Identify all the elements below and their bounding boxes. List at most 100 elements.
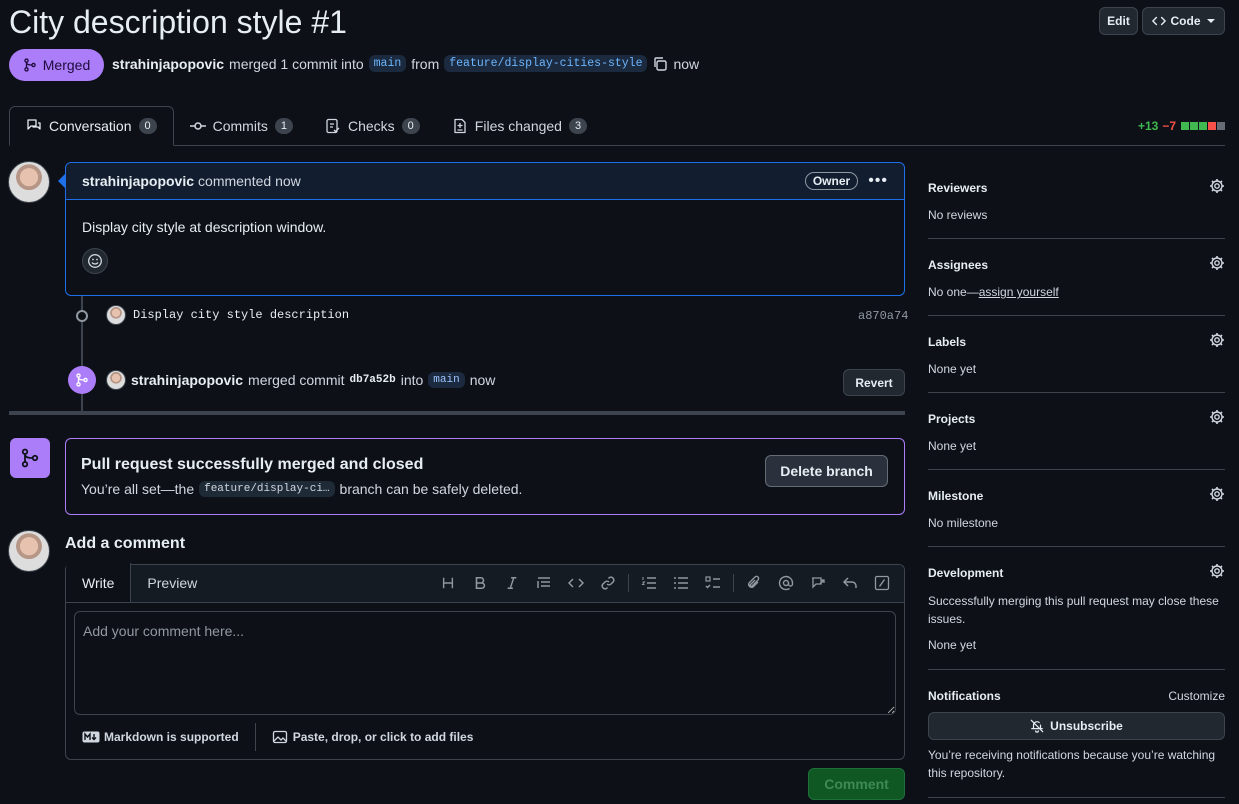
sidebar-heading[interactable]: Milestone xyxy=(928,489,1225,503)
edit-button[interactable]: Edit xyxy=(1099,7,1138,35)
comment-header: strahinjapopovic commented now Owner ••• xyxy=(66,163,904,200)
merged-status-icon xyxy=(10,438,50,478)
kebab-menu-icon[interactable]: ••• xyxy=(868,172,888,190)
avatar[interactable] xyxy=(8,530,50,572)
sidebar-assignees: Assignees No one—assign yourself xyxy=(928,255,1225,299)
unordered-list-icon[interactable] xyxy=(665,567,697,599)
comment-text: Display city style at description window… xyxy=(82,219,327,235)
deletions-count: −7 xyxy=(1162,119,1177,133)
bold-icon[interactable] xyxy=(464,567,496,599)
tab-count: 3 xyxy=(568,118,588,134)
quote-icon[interactable] xyxy=(528,567,560,599)
head-branch[interactable]: feature/display-cities-style xyxy=(444,55,648,72)
gear-icon[interactable] xyxy=(1209,409,1225,425)
sidebar-divider xyxy=(928,546,1225,547)
tab-label: Files changed xyxy=(474,118,562,134)
pr-author-link[interactable]: strahinjapopovic xyxy=(112,56,224,72)
comment-caret xyxy=(58,174,65,188)
revert-button[interactable]: Revert xyxy=(843,369,905,396)
slash-command-icon[interactable] xyxy=(866,567,898,599)
tab-preview[interactable]: Preview xyxy=(131,564,213,602)
sidebar-heading[interactable]: Reviewers xyxy=(928,181,1225,195)
cross-reference-icon[interactable] xyxy=(802,567,834,599)
sidebar-heading[interactable]: Assignees xyxy=(928,258,1225,272)
delete-branch-button[interactable]: Delete branch xyxy=(765,455,888,487)
merge-icon xyxy=(21,448,39,468)
toolbar-divider xyxy=(733,574,734,592)
comment-editor: Write Preview Markdown is supported Past… xyxy=(65,563,905,760)
comment-box: strahinjapopovic commented now Owner •••… xyxy=(65,162,905,296)
paperclip-icon[interactable] xyxy=(738,567,770,599)
sidebar-value: No milestone xyxy=(928,516,999,530)
reply-icon[interactable] xyxy=(834,567,866,599)
merged-sub-prefix: You’re all set—the xyxy=(81,481,195,497)
image-icon xyxy=(272,730,287,744)
gear-icon[interactable] xyxy=(1209,255,1225,271)
attach-files-link[interactable]: Paste, drop, or click to add files xyxy=(293,730,474,744)
into-text: into xyxy=(400,372,424,388)
smiley-icon xyxy=(88,254,102,268)
from-text: from xyxy=(411,55,440,72)
unsubscribe-button[interactable]: Unsubscribe xyxy=(928,712,1225,740)
tab-commits[interactable]: Commits 1 xyxy=(174,106,309,146)
commit-sha-link[interactable]: a870a74 xyxy=(858,309,908,323)
diffstat-blocks xyxy=(1180,119,1226,133)
comment-submit-button[interactable]: Comment xyxy=(808,768,905,800)
markdown-supported-link[interactable]: Markdown is supported xyxy=(104,730,239,744)
merge-event: strahinjapopovic merged commit db7a52b i… xyxy=(106,370,495,390)
markdown-icon xyxy=(82,731,100,743)
tab-conversation[interactable]: Conversation 0 xyxy=(9,106,174,146)
tab-label: Commits xyxy=(212,118,268,134)
sidebar-divider xyxy=(928,469,1225,470)
tab-write[interactable]: Write xyxy=(66,563,132,602)
merge-branch[interactable]: main xyxy=(428,372,465,388)
merge-sha-link[interactable]: db7a52b xyxy=(350,374,396,386)
mention-icon[interactable] xyxy=(770,567,802,599)
gear-icon[interactable] xyxy=(1209,178,1225,194)
comment-author[interactable]: strahinjapopovic xyxy=(82,173,194,189)
copy-icon[interactable] xyxy=(652,56,668,72)
avatar[interactable] xyxy=(106,305,126,325)
base-branch[interactable]: main xyxy=(368,55,407,72)
assign-yourself-link[interactable]: assign yourself xyxy=(979,285,1059,299)
file-diff-icon xyxy=(454,118,466,134)
sidebar-heading[interactable]: Labels xyxy=(928,335,1225,349)
avatar[interactable] xyxy=(106,370,126,390)
code-button[interactable]: Code xyxy=(1142,7,1225,35)
merge-text: merged 1 commit into xyxy=(229,55,364,72)
tab-label: Conversation xyxy=(49,118,132,134)
ordered-list-icon[interactable] xyxy=(633,567,665,599)
comment-textarea[interactable] xyxy=(74,611,896,715)
checklist-icon xyxy=(326,118,340,134)
avatar[interactable] xyxy=(8,161,50,203)
assignees-prefix: No one— xyxy=(928,285,979,299)
commit-row: Display city style description xyxy=(106,305,349,325)
editor-footer: Markdown is supported Paste, drop, or cl… xyxy=(82,723,473,751)
sidebar-heading[interactable]: Projects xyxy=(928,412,1225,426)
sidebar-milestone: Milestone No milestone xyxy=(928,486,1225,530)
code-label: Code xyxy=(1170,14,1201,28)
gear-icon[interactable] xyxy=(1209,486,1225,502)
sidebar-projects: Projects None yet xyxy=(928,409,1225,453)
commit-message-link[interactable]: Display city style description xyxy=(133,308,349,322)
tab-files-changed[interactable]: Files changed 3 xyxy=(436,106,603,146)
development-note: Successfully merging this pull request m… xyxy=(928,594,1219,626)
diffstat[interactable]: +13 −7 xyxy=(1138,119,1226,133)
merged-sub-suffix: branch can be safely deleted. xyxy=(339,481,523,497)
gear-icon[interactable] xyxy=(1209,332,1225,348)
code-icon[interactable] xyxy=(560,567,592,599)
italic-icon[interactable] xyxy=(496,567,528,599)
add-reaction-button[interactable] xyxy=(82,248,108,274)
merged-branch[interactable]: feature/display-ci… xyxy=(199,481,335,497)
task-list-icon[interactable] xyxy=(697,567,729,599)
customize-link[interactable]: Customize xyxy=(1168,689,1225,703)
conversation-icon xyxy=(27,119,41,130)
link-icon[interactable] xyxy=(592,567,624,599)
gear-icon[interactable] xyxy=(1209,563,1225,579)
merge-author-link[interactable]: strahinjapopovic xyxy=(131,372,243,388)
heading-icon[interactable] xyxy=(432,567,464,599)
commit-dot-icon xyxy=(76,310,88,322)
sidebar-value: No reviews xyxy=(928,208,988,222)
sidebar-heading[interactable]: Development xyxy=(928,566,1225,580)
tab-checks[interactable]: Checks 0 xyxy=(309,106,436,146)
